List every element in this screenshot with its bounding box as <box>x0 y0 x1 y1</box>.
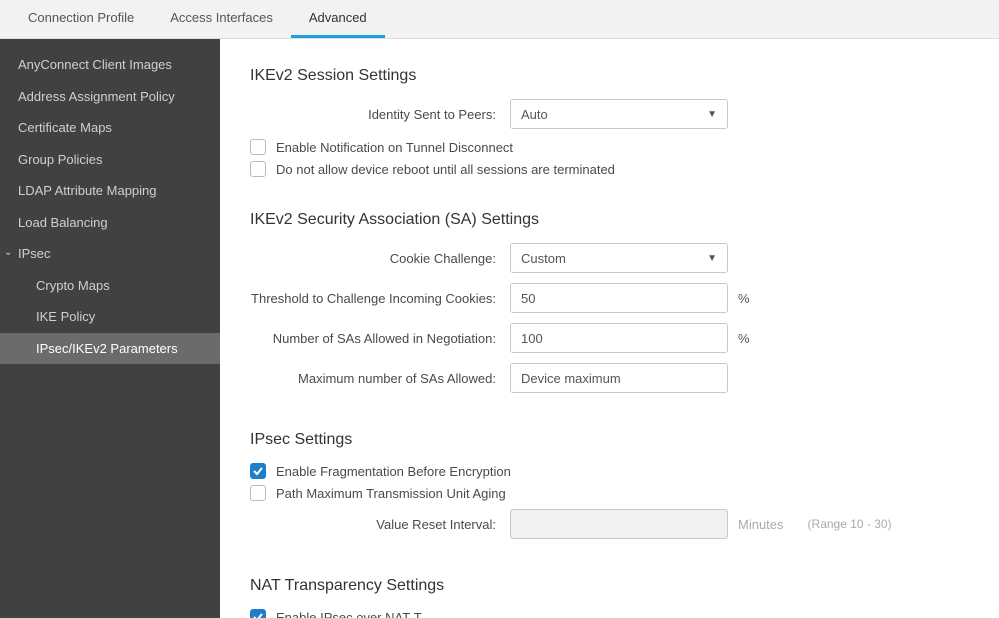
tab-connection-profile[interactable]: Connection Profile <box>10 0 152 38</box>
sidebar-item-ipsec-ikev2-parameters[interactable]: IPsec/IKEv2 Parameters <box>0 333 220 365</box>
input-num-sa[interactable] <box>510 323 728 353</box>
label-max-sa: Maximum number of SAs Allowed: <box>250 371 510 386</box>
checkbox-enable-fragmentation[interactable] <box>250 463 266 479</box>
checkbox-pmtu-aging[interactable] <box>250 485 266 501</box>
input-max-sa[interactable] <box>510 363 728 393</box>
label-identity-sent: Identity Sent to Peers: <box>250 107 510 122</box>
content-pane: IKEv2 Session Settings Identity Sent to … <box>220 39 999 618</box>
unit-percent: % <box>738 291 750 306</box>
sidebar-item-label: IPsec <box>18 244 51 264</box>
select-identity-sent[interactable]: Auto ▼ <box>510 99 728 129</box>
sidebar-item-group-policies[interactable]: Group Policies <box>0 144 220 176</box>
tab-access-interfaces[interactable]: Access Interfaces <box>152 0 291 38</box>
label-threshold: Threshold to Challenge Incoming Cookies: <box>250 291 510 306</box>
label-reset-interval: Value Reset Interval: <box>250 517 510 532</box>
sidebar-item-certificate-maps[interactable]: Certificate Maps <box>0 112 220 144</box>
label-disallow-reboot: Do not allow device reboot until all ses… <box>276 162 615 177</box>
sidebar-item-address-assignment[interactable]: Address Assignment Policy <box>0 81 220 113</box>
select-value: Auto <box>521 107 548 122</box>
heading-ikev2-sa: IKEv2 Security Association (SA) Settings <box>250 211 969 229</box>
checkbox-enable-notification[interactable] <box>250 139 266 155</box>
input-reset-interval <box>510 509 728 539</box>
chevron-down-icon: ⌄ <box>4 245 16 260</box>
caret-down-icon: ▼ <box>707 253 717 264</box>
top-tabs: Connection Profile Access Interfaces Adv… <box>0 0 999 39</box>
select-cookie-challenge[interactable]: Custom ▼ <box>510 243 728 273</box>
unit-percent: % <box>738 331 750 346</box>
sidebar-item-crypto-maps[interactable]: Crypto Maps <box>0 270 220 302</box>
label-enable-fragmentation: Enable Fragmentation Before Encryption <box>276 464 511 479</box>
heading-ipsec: IPsec Settings <box>250 431 969 449</box>
sidebar-item-anyconnect-images[interactable]: AnyConnect Client Images <box>0 49 220 81</box>
caret-down-icon: ▼ <box>707 109 717 120</box>
hint-reset-range: (Range 10 - 30) <box>808 517 892 531</box>
label-pmtu-aging: Path Maximum Transmission Unit Aging <box>276 486 506 501</box>
heading-nat: NAT Transparency Settings <box>250 577 969 595</box>
input-threshold[interactable] <box>510 283 728 313</box>
select-value: Custom <box>521 251 566 266</box>
unit-minutes: Minutes <box>738 517 784 532</box>
sidebar: AnyConnect Client Images Address Assignm… <box>0 39 220 618</box>
label-cookie-challenge: Cookie Challenge: <box>250 251 510 266</box>
sidebar-item-ipsec[interactable]: ⌄ IPsec <box>0 238 220 270</box>
sidebar-item-ike-policy[interactable]: IKE Policy <box>0 301 220 333</box>
sidebar-item-load-balancing[interactable]: Load Balancing <box>0 207 220 239</box>
label-num-sa: Number of SAs Allowed in Negotiation: <box>250 331 510 346</box>
heading-ikev2-session: IKEv2 Session Settings <box>250 67 969 85</box>
sidebar-item-ldap-mapping[interactable]: LDAP Attribute Mapping <box>0 175 220 207</box>
tab-advanced[interactable]: Advanced <box>291 0 385 38</box>
checkbox-disallow-reboot[interactable] <box>250 161 266 177</box>
label-enable-notification: Enable Notification on Tunnel Disconnect <box>276 140 513 155</box>
